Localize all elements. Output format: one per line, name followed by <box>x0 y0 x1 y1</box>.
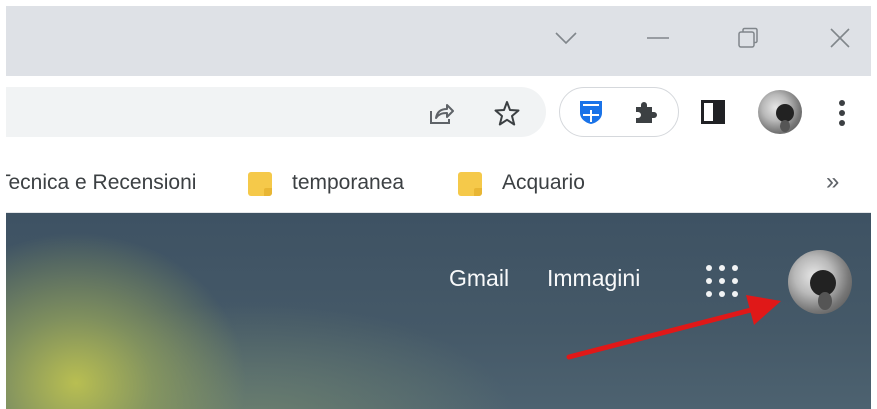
side-panel-icon[interactable] <box>700 99 726 125</box>
folder-icon <box>458 170 482 196</box>
browser-window: Tecnica e Recensioni temporanea Acquario… <box>6 6 871 409</box>
bookmark-label: Acquario <box>502 171 585 194</box>
minimize-icon <box>647 36 669 40</box>
bookmark-folder-temporanea[interactable]: temporanea <box>248 169 404 197</box>
bookmark-item[interactable]: Tecnica e Recensioni <box>6 169 196 197</box>
shield-extension-icon[interactable] <box>578 99 604 125</box>
red-arrow-annotation <box>566 295 781 360</box>
folder-icon <box>248 170 272 196</box>
title-bar <box>6 6 871 76</box>
share-icon[interactable] <box>428 100 454 126</box>
bookmarks-overflow-button[interactable]: » <box>826 168 839 196</box>
minimize-button[interactable] <box>634 18 682 58</box>
close-icon <box>829 27 851 49</box>
close-button[interactable] <box>816 18 864 58</box>
bookmark-folder-acquario[interactable]: Acquario <box>458 169 585 197</box>
profile-avatar[interactable] <box>758 90 802 134</box>
tab-search-button[interactable] <box>542 18 590 58</box>
bookmarks-bar: Tecnica e Recensioni temporanea Acquario… <box>6 154 871 213</box>
extensions-pill <box>559 87 679 137</box>
bookmark-label: Tecnica e Recensioni <box>6 171 197 194</box>
browser-toolbar <box>6 76 871 154</box>
restore-button[interactable] <box>724 18 772 58</box>
google-homepage: Gmail Immagini <box>6 213 871 409</box>
star-icon[interactable] <box>494 100 520 126</box>
chevron-down-icon <box>554 31 578 45</box>
kebab-menu-icon[interactable] <box>832 98 852 128</box>
puzzle-extensions-icon[interactable] <box>632 99 658 125</box>
restore-icon <box>737 27 759 49</box>
bookmark-label: temporanea <box>292 171 405 194</box>
address-bar[interactable] <box>6 87 546 137</box>
